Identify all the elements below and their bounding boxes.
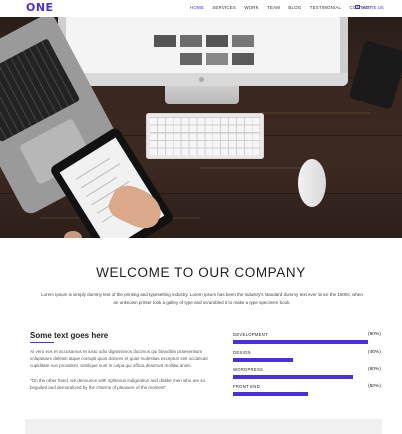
nav-item-testimonial[interactable]: TESTIMONIAL [310, 5, 341, 10]
skill-name: WORDPRESS [233, 367, 264, 372]
section-subtitle: Some text goes here [30, 331, 109, 340]
main-menu: HOME SERVICES WORK TEAM BLOG TESTIMONIAL… [190, 5, 380, 10]
nav-item-home[interactable]: HOME [190, 5, 204, 10]
hand-image-left [64, 231, 82, 238]
skill-progress-bar [233, 358, 293, 362]
next-section-band [25, 419, 382, 434]
subtitle-underline [30, 342, 54, 343]
phone-image [348, 40, 402, 110]
skill-progress-bar [233, 340, 368, 344]
monitor-image [58, 17, 348, 86]
top-navbar: ONE HOME SERVICES WORK TEAM BLOG TESTIMO… [0, 0, 402, 17]
skill-percent: (90%) [368, 332, 381, 337]
skill-name: DESIGN [233, 350, 251, 355]
logo-text: ONE [26, 1, 54, 14]
nav-item-blog[interactable]: BLOG [288, 5, 301, 10]
nav-item-work[interactable]: WORK [244, 5, 258, 10]
welcome-heading: WELCOME TO OUR COMPANY [96, 265, 306, 280]
about-paragraph-1: At vero eos et accusamus et iusto odio d… [30, 349, 208, 368]
nav-item-team[interactable]: TEAM [267, 5, 280, 10]
mail-icon [355, 5, 360, 9]
skill-percent: (40%) [368, 350, 381, 355]
logo[interactable]: ONE [26, 2, 54, 14]
skill-progress-bar [233, 375, 353, 379]
keyboard-image [146, 113, 264, 159]
skill-name: FRONT END [233, 384, 261, 389]
skill-percent: (50%) [368, 384, 381, 389]
mouse-image [298, 159, 326, 207]
nav-item-services[interactable]: SERVICES [212, 5, 236, 10]
skill-progress-bar [233, 392, 308, 396]
write-us-label: WRITE US [362, 5, 384, 10]
hero-image [0, 17, 402, 238]
write-us-button[interactable]: WRITE US [355, 5, 384, 10]
welcome-text: Lorem Ipsum is simply dummy text of the … [41, 292, 363, 305]
skill-name: DEVELOPMENT [233, 332, 268, 337]
about-paragraph-2: "On the other hand, we denounce with rig… [30, 378, 205, 390]
skill-percent: (80%) [368, 367, 381, 372]
